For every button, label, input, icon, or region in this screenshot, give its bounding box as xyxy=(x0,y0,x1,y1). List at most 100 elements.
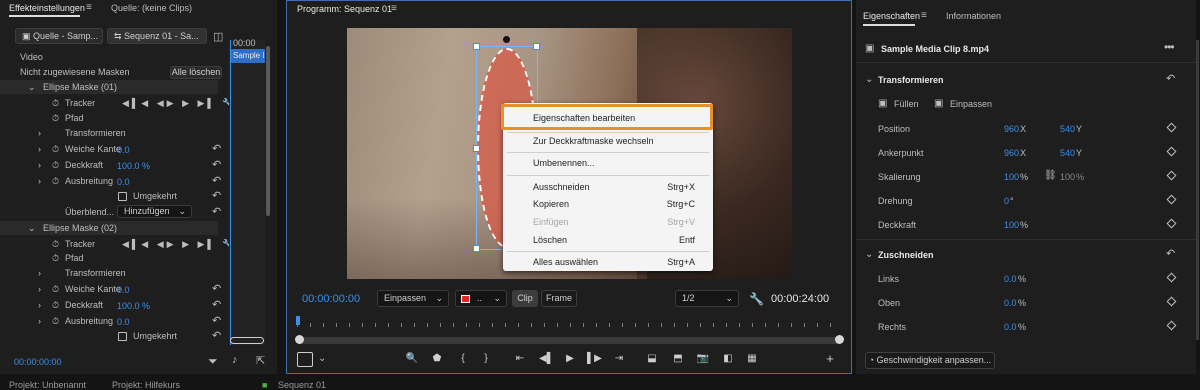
scrollbar-handle-left[interactable] xyxy=(295,335,304,344)
chevron-right-icon[interactable]: › xyxy=(38,266,41,280)
blend-mode-dropdown[interactable]: Hinzufügen ⌄ xyxy=(117,205,192,218)
reset-icon[interactable]: ↶ xyxy=(212,298,221,312)
tab-project-unnamed[interactable]: Projekt: Unbenannt xyxy=(9,380,86,390)
opacity-value[interactable]: 100.0 % xyxy=(117,299,150,313)
go-to-out-icon[interactable]: ⇥ xyxy=(612,353,626,364)
link-icon[interactable]: ⛓ xyxy=(1044,170,1057,181)
clear-all-button[interactable]: Alle löschen xyxy=(170,66,222,79)
panel-menu-icon[interactable]: ≡ xyxy=(921,10,927,21)
reset-icon[interactable]: ↶ xyxy=(212,189,221,203)
chevron-down-icon[interactable]: ⌄ xyxy=(28,80,36,94)
transform-header[interactable]: Transformieren xyxy=(878,75,944,85)
menu-item-rename[interactable]: Umbenennen... xyxy=(533,158,595,168)
chevron-right-icon[interactable]: › xyxy=(38,314,41,328)
reset-icon[interactable]: ↶ xyxy=(212,158,221,172)
feather-value[interactable]: 0.0 xyxy=(117,143,130,157)
stopwatch-icon[interactable]: ⏱ xyxy=(52,174,59,188)
scrollbar-handle-right[interactable] xyxy=(835,335,844,344)
comparison-view-icon[interactable]: ◧ xyxy=(721,353,735,364)
export-icon[interactable]: ⇱ xyxy=(256,354,265,367)
reset-icon[interactable]: ↶ xyxy=(1166,247,1175,261)
crop-left-value[interactable]: 0.0 xyxy=(1004,274,1017,284)
mask-handle[interactable] xyxy=(473,245,480,252)
crop-header[interactable]: Zuschneiden xyxy=(878,250,934,260)
chevron-down-icon[interactable]: ⌄ xyxy=(865,74,873,85)
playback-scrollbar[interactable] xyxy=(297,337,842,344)
anchor-y-value[interactable]: 540 xyxy=(1060,148,1075,158)
mask1-label[interactable]: Ellipse Maske (01) xyxy=(43,80,117,94)
tab-properties[interactable]: Eigenschaften xyxy=(863,11,920,21)
panel-toggle-icon[interactable]: ◫ xyxy=(213,30,223,43)
menu-item-copy[interactable]: Kopieren xyxy=(533,199,569,209)
program-monitor-title[interactable]: Programm: Sequenz 01 xyxy=(297,4,392,14)
vertical-scrollbar[interactable] xyxy=(266,46,270,216)
tab-sequence[interactable]: Sequenz 01 xyxy=(278,380,326,390)
reset-icon[interactable]: ↶ xyxy=(1166,72,1175,86)
chevron-down-icon[interactable]: ⌄ xyxy=(318,353,326,364)
fill-button[interactable]: Füllen xyxy=(894,99,919,109)
opacity-value[interactable]: 100.0 % xyxy=(117,159,150,173)
sequence-clip-tab[interactable]: ⇆ Sequenz 01 - Sa... xyxy=(107,28,207,44)
speed-adjust-button[interactable]: ◔ Geschwindigkeit anpassen... xyxy=(865,352,995,369)
step-back-icon[interactable]: ◀▌ xyxy=(539,353,554,364)
mini-timeline-scrollbar[interactable] xyxy=(230,337,264,344)
track-controls-icon[interactable]: ◀▌◀ ◀▶ ▶ ▶▌ 🔧 xyxy=(122,96,237,110)
rotation-value[interactable]: 0 xyxy=(1004,196,1009,206)
feather-value[interactable]: 0.0 xyxy=(117,283,130,297)
keyframe-diamond-icon[interactable] xyxy=(1166,146,1177,157)
extract-icon[interactable]: ⬒ xyxy=(671,353,685,364)
chevron-right-icon[interactable]: › xyxy=(38,158,41,172)
chevron-down-icon[interactable]: ⌄ xyxy=(865,249,873,260)
stopwatch-icon[interactable]: ⏱ xyxy=(52,142,59,156)
keyframe-diamond-icon[interactable] xyxy=(1166,122,1177,133)
camera-icon[interactable]: 📷 xyxy=(696,353,710,364)
tab-source[interactable]: Quelle: (keine Clips) xyxy=(111,3,192,13)
program-timecode-current[interactable]: 00:00:00:00 xyxy=(302,293,360,305)
keyframe-diamond-icon[interactable] xyxy=(1166,296,1177,307)
playhead-marker[interactable] xyxy=(296,316,300,325)
reset-icon[interactable]: ↶ xyxy=(212,282,221,296)
tab-project-help[interactable]: Projekt: Hilfekurs xyxy=(112,380,180,390)
chevron-right-icon[interactable]: › xyxy=(38,282,41,296)
play-icon[interactable]: ▶ xyxy=(563,353,577,364)
expansion-value[interactable]: 0.0 xyxy=(117,175,130,189)
stopwatch-icon[interactable]: ⏱ xyxy=(52,314,59,328)
menu-item-select-all[interactable]: Alles auswählen xyxy=(533,257,598,267)
add-button-icon[interactable]: + xyxy=(823,351,837,366)
position-x-value[interactable]: 960 xyxy=(1004,124,1019,134)
zoom-icon[interactable]: 🔍 xyxy=(405,353,419,364)
fit-dropdown[interactable]: Einpassen ⌄ xyxy=(377,290,449,307)
stopwatch-icon[interactable]: ⏱ xyxy=(52,237,59,251)
chevron-down-icon[interactable]: ⌄ xyxy=(28,221,36,235)
inverted-checkbox[interactable] xyxy=(118,192,127,201)
mask-color-dropdown[interactable]: .. ⌄ xyxy=(455,290,507,307)
effects-timecode[interactable]: 00:00:00:00 xyxy=(14,357,62,367)
stopwatch-icon[interactable]: ⏱ xyxy=(52,111,59,125)
chevron-right-icon[interactable]: › xyxy=(38,298,41,312)
inverted-checkbox[interactable] xyxy=(118,332,127,341)
resolution-dropdown[interactable]: 1/2 ⌄ xyxy=(675,290,739,307)
menu-item-switch-opacity-mask[interactable]: Zur Deckkraftmaske wechseln xyxy=(533,136,654,146)
clip-mode-button[interactable]: Clip xyxy=(512,290,538,307)
anchor-x-value[interactable]: 960 xyxy=(1004,148,1019,158)
menu-item-cut[interactable]: Ausschneiden xyxy=(533,182,590,192)
wrench-icon[interactable]: 🔧 xyxy=(749,292,764,306)
properties-scrollbar[interactable] xyxy=(1196,40,1199,340)
chevron-right-icon[interactable]: › xyxy=(38,174,41,188)
mini-timeline[interactable]: Sample I xyxy=(229,40,265,345)
reset-icon[interactable]: ↶ xyxy=(212,174,221,188)
mask2-label[interactable]: Ellipse Maske (02) xyxy=(43,221,117,235)
keyframe-diamond-icon[interactable] xyxy=(1166,272,1177,283)
opacity-value[interactable]: 100 xyxy=(1004,220,1019,230)
source-clip-tab[interactable]: ▣ Quelle - Samp... xyxy=(15,28,103,44)
panel-menu-icon[interactable]: ≡ xyxy=(391,3,397,14)
menu-item-delete[interactable]: Löschen xyxy=(533,235,567,245)
reset-icon[interactable]: ↶ xyxy=(212,142,221,156)
keyframe-diamond-icon[interactable] xyxy=(1166,218,1177,229)
step-forward-icon[interactable]: ▌▶ xyxy=(587,353,602,364)
fit-button[interactable]: Einpassen xyxy=(950,99,992,109)
stopwatch-icon[interactable]: ⏱ xyxy=(52,282,59,296)
keyframe-diamond-icon[interactable] xyxy=(1166,320,1177,331)
go-to-in-icon[interactable]: ⇤ xyxy=(513,353,527,364)
chevron-right-icon[interactable]: › xyxy=(38,126,41,140)
